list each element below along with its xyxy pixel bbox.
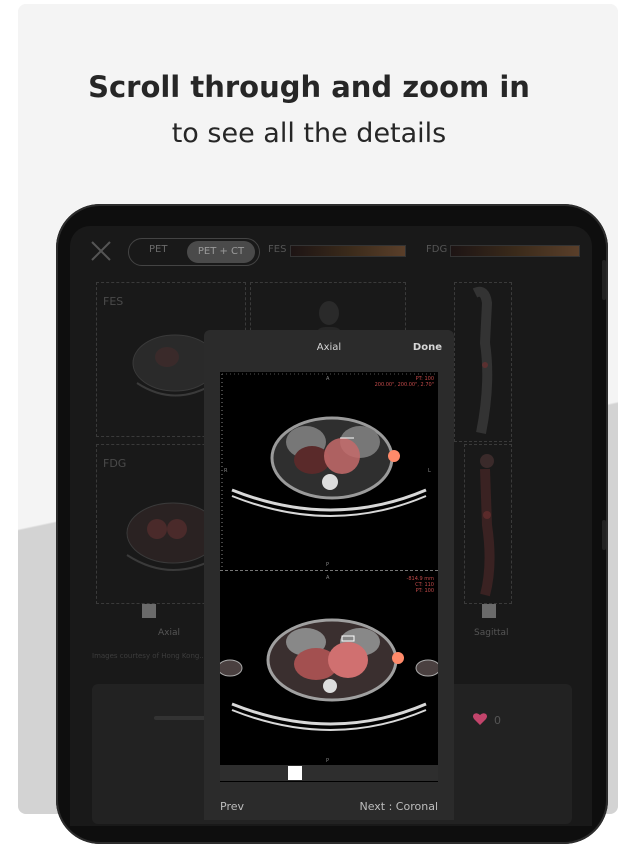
axis-mark-top-2: A <box>326 575 330 581</box>
headline: Scroll through and zoom in <box>88 70 530 104</box>
axis-mark-left: R <box>224 468 228 474</box>
axis-mark-top: A <box>326 376 330 382</box>
modal-slice-slider-thumb[interactable] <box>288 766 302 780</box>
view-divider <box>220 570 438 571</box>
axis-mark-bottom-2: P <box>326 758 330 764</box>
fdg-intensity-slider[interactable] <box>450 245 580 257</box>
done-button[interactable]: Done <box>413 342 442 353</box>
axis-mark-right: L <box>428 468 431 474</box>
fes-sagittal-image <box>472 286 493 434</box>
fes-sagittal-panel[interactable] <box>454 282 512 442</box>
modal-slice-slider[interactable] <box>220 765 438 781</box>
subheadline: to see all the details <box>171 118 447 149</box>
panel-label-fdg: FDG <box>103 457 127 470</box>
tablet-side-button <box>602 260 606 300</box>
view-label-sagittal: Sagittal <box>474 628 509 638</box>
toggle-pet-ct[interactable]: PET + CT <box>187 241 255 263</box>
tablet-side-button <box>602 520 606 550</box>
view-label-axial: Axial <box>158 628 180 638</box>
axis-mark-bottom: P <box>326 562 330 568</box>
fes-intensity-slider[interactable] <box>290 245 406 257</box>
scan-viewport[interactable]: A R L P A P PT: 100 200.00", 200.00", 2.… <box>217 372 441 782</box>
heart-icon[interactable] <box>472 712 488 726</box>
axial-slice-slider[interactable] <box>142 604 156 618</box>
tracer-label-fes: FES <box>268 244 287 255</box>
axial-viewer-modal: Axial Done A R L P A P PT: 100 200.00", … <box>204 330 454 820</box>
modality-toggle[interactable]: PET PET + CT <box>128 238 260 266</box>
scan-info-top: PT: 100 200.00", 200.00", 2.70" <box>375 376 434 388</box>
toggle-pet[interactable]: PET <box>149 244 167 255</box>
panel-label-fes: FES <box>103 295 124 308</box>
scan-info-bottom: -814.9 mm CT: 110 PT: 100 <box>407 576 434 594</box>
fdg-sagittal-image <box>480 454 495 597</box>
sagittal-slice-slider[interactable] <box>482 604 496 618</box>
tracer-label-fdg: FDG <box>426 244 448 255</box>
like-count: 0 <box>494 714 501 727</box>
prev-button[interactable]: Prev <box>220 800 244 813</box>
fdg-sagittal-panel[interactable] <box>464 444 512 604</box>
close-icon[interactable] <box>90 240 112 262</box>
image-credit: Images courtesy of Hong Kong... <box>92 652 207 660</box>
scan-info-line: 200.00", 200.00", 2.70" <box>374 382 434 388</box>
next-button[interactable]: Next : Coronal <box>359 800 438 813</box>
scan-info-line: PT: 100 <box>415 588 434 594</box>
